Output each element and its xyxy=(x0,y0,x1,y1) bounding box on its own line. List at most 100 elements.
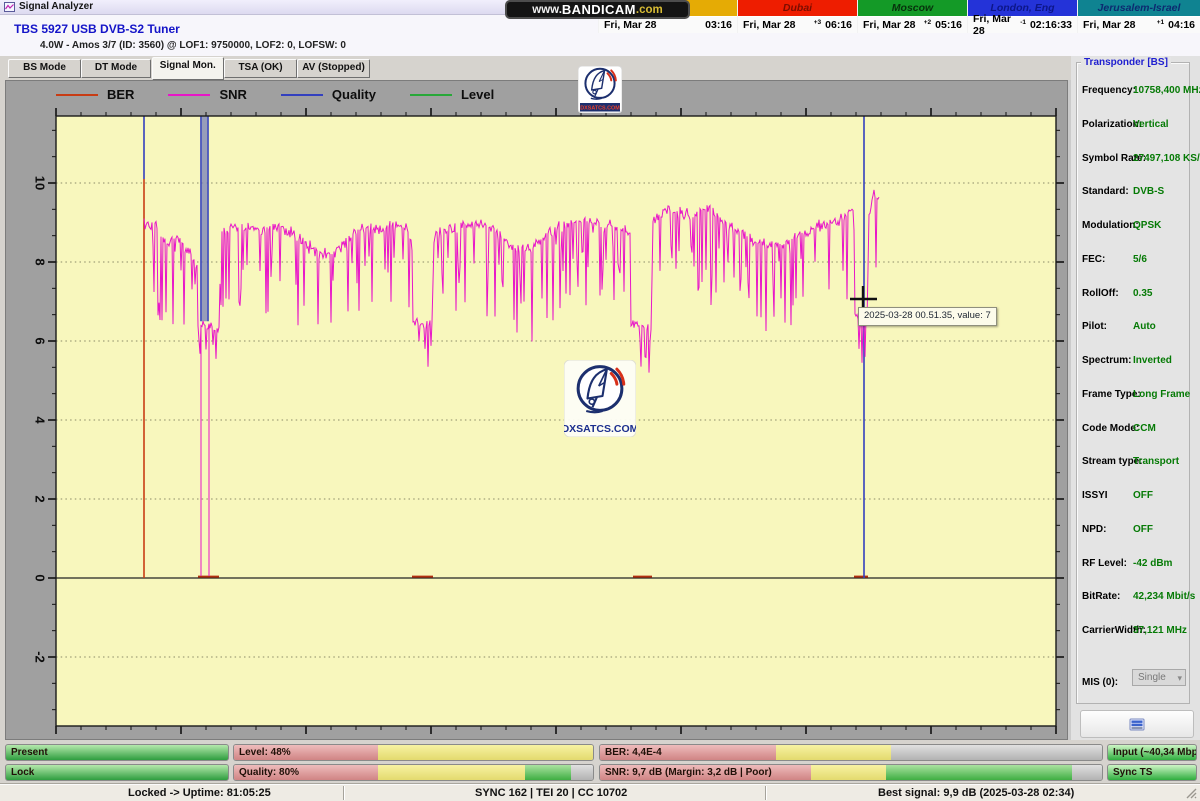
mis-label: MIS (0): xyxy=(1082,677,1119,688)
gauge-text: Lock xyxy=(11,767,35,778)
transponder-value: 10758,400 MHz xyxy=(1133,85,1200,96)
transponder-row: Pilot: Auto xyxy=(1077,321,1189,335)
transponder-value: 0.35 xyxy=(1133,287,1153,299)
clock-date: Fri, Mar 28 xyxy=(863,19,916,31)
record-device-icon xyxy=(1129,718,1145,730)
clock-utc-offset: +2 xyxy=(923,19,932,26)
level-gauge: Level: 48% xyxy=(233,744,594,761)
clock-date: Fri, Mar 28 xyxy=(743,19,796,31)
lock-indicator: Lock xyxy=(5,764,229,781)
svg-text:10: 10 xyxy=(33,176,48,190)
transponder-row: Spectrum: Inverted xyxy=(1077,355,1189,369)
status-lock-uptime: Locked -> Uptime: 81:05:25 xyxy=(128,787,271,799)
gauge-segment-yellow xyxy=(810,765,887,780)
gauge-text: BER: 4,4E-4 xyxy=(605,747,662,758)
gauge-segment-yellow xyxy=(377,745,593,760)
clock-time: 03:16 xyxy=(705,19,732,31)
transponder-row: Stream type: Transport xyxy=(1077,456,1189,470)
transponder-row: Polarization: Vertical xyxy=(1077,119,1189,133)
bandicam-watermark: www. BANDICAM .com xyxy=(505,0,690,19)
satellite-info: 4.0W - Amos 3/7 (ID: 3560) @ LOF1: 97500… xyxy=(40,40,346,51)
app-icon xyxy=(4,2,15,12)
transponder-value: Vertical xyxy=(1133,118,1169,130)
clock-time: 02:16:33 xyxy=(1029,19,1072,31)
clock-date: Fri, Mar 28 xyxy=(604,19,657,31)
tab-dt-mode[interactable]: DT Mode xyxy=(81,59,151,78)
transponder-row: Frame Type: Long Frame xyxy=(1077,388,1191,403)
clock-utc-offset: +3 xyxy=(813,19,822,26)
tab-bs-mode[interactable]: BS Mode xyxy=(8,59,81,78)
transponder-label: FEC: xyxy=(1082,253,1106,265)
transponder-row: ISSYI OFF xyxy=(1077,490,1189,504)
mis-value: Single xyxy=(1138,672,1166,683)
transponder-row: CarrierWidth: 37,121 MHz xyxy=(1077,625,1189,639)
tab-av-stopped-[interactable]: AV (Stopped) xyxy=(297,59,370,78)
transponder-value: QPSK xyxy=(1133,220,1162,231)
clock-city: Jerusalem-Israel xyxy=(1078,0,1200,17)
mis-dropdown[interactable]: Single ▾ xyxy=(1132,669,1186,686)
svg-text:4: 4 xyxy=(33,416,48,424)
transponder-value: Transport xyxy=(1133,456,1180,468)
capture-button[interactable] xyxy=(1080,710,1194,738)
clock-4: London, Eng Fri, Mar 28 -1 02:16:33 xyxy=(967,0,1077,37)
transponder-row: FEC: 5/6 xyxy=(1077,254,1189,268)
svg-text:2: 2 xyxy=(33,495,48,502)
watermark-text: .com xyxy=(635,3,663,16)
svg-text:0: 0 xyxy=(33,574,48,581)
watermark-text: BANDICAM xyxy=(561,2,636,17)
transponder-row: BitRate: 42,234 Mbit/s xyxy=(1077,591,1195,605)
transponder-label: Spectrum: xyxy=(1082,355,1132,366)
gauge-segment-grey xyxy=(571,765,593,780)
transponder-value: OFF xyxy=(1133,490,1153,501)
clock-time-row: Fri, Mar 28 +2 05:16 xyxy=(858,17,967,33)
clock-city: Dubai xyxy=(738,0,857,17)
transponder-label: ISSYI xyxy=(1082,490,1108,501)
window-title: Signal Analyzer xyxy=(19,1,94,12)
tab-tsa-ok-[interactable]: TSA (OK) xyxy=(224,59,297,78)
dxsatcs-logo-large: DXSATCS.COM xyxy=(562,359,639,442)
transponder-label: Frame Type: xyxy=(1082,388,1141,400)
clock-date: Fri, Mar 28 xyxy=(1083,19,1136,31)
present-indicator: Present xyxy=(5,744,229,761)
transponder-groupbox: Transponder [BS] Frequency: 10758,400 MHz… xyxy=(1076,57,1200,704)
clock-3: Moscow Fri, Mar 28 +2 05:16 xyxy=(857,0,967,33)
clock-time-row: Fri, Mar 28 +3 06:16 xyxy=(738,17,857,33)
transponder-row: RollOff: 0.35 xyxy=(1077,288,1189,302)
clock-time-row: Fri, Mar 28 +1 04:16 xyxy=(1078,17,1200,33)
gauge-segment-grey xyxy=(891,745,1102,760)
device-title: TBS 5927 USB DVB-S2 Tuner xyxy=(14,22,180,36)
signal-chart[interactable]: 10 8 6 4 2 0 -2 xyxy=(6,81,1069,741)
resize-grip[interactable] xyxy=(1185,787,1198,800)
clock-time: 04:16 xyxy=(1168,19,1195,31)
clock-time-row: Fri, Mar 28 03:16 xyxy=(599,17,737,33)
input-indicator: Input (~40,34 Mbps) xyxy=(1107,744,1197,761)
svg-text:DXSATCS.COM: DXSATCS.COM xyxy=(580,106,620,112)
transponder-value: 37,121 MHz xyxy=(1133,625,1187,636)
statusbar-divider xyxy=(765,786,766,800)
gauge-text: Quality: 80% xyxy=(239,767,300,778)
clock-time: 06:16 xyxy=(825,19,852,31)
signal-monitor-panel: BER SNR Quality Level 10 8 6 4 2 0 -2 xyxy=(5,80,1068,740)
transponder-label: Code Mode: xyxy=(1082,422,1140,434)
gauge-segment-green xyxy=(886,765,1072,780)
transponder-row: RF Level: -42 dBm xyxy=(1077,558,1189,572)
gauge-text: Sync TS xyxy=(1113,767,1153,778)
transponder-value: Long Frame xyxy=(1133,388,1191,400)
transponder-value: Auto xyxy=(1133,321,1156,333)
svg-text:8: 8 xyxy=(33,258,48,265)
transponder-value: -42 dBm xyxy=(1133,557,1173,569)
transponder-value: DVB-S xyxy=(1133,186,1165,198)
transponder-value: 42,234 Mbit/s xyxy=(1133,591,1196,603)
watermark-text: www. xyxy=(532,3,562,16)
gauge-text: SNR: 9,7 dB (Margin: 3,2 dB | Poor) xyxy=(605,767,772,778)
clock-date: Fri, Mar 28 xyxy=(973,13,1011,37)
transponder-label: NPD: xyxy=(1082,523,1107,535)
svg-text:6: 6 xyxy=(33,337,48,344)
chart-tooltip: 2025-03-28 00.51.35, value: 7 xyxy=(858,307,997,326)
dxsatcs-logo-small: DXSATCS.COM xyxy=(577,65,623,118)
ber-gauge: BER: 4,4E-4 xyxy=(599,744,1103,761)
transponder-row: NPD: OFF xyxy=(1077,524,1189,538)
transponder-row: Symbol Rate: 27497,108 KS/s xyxy=(1077,153,1200,167)
tab-signal-mon-[interactable]: Signal Mon. xyxy=(151,57,224,80)
status-best-signal: Best signal: 9,9 dB (2025-03-28 02:34) xyxy=(878,787,1075,799)
